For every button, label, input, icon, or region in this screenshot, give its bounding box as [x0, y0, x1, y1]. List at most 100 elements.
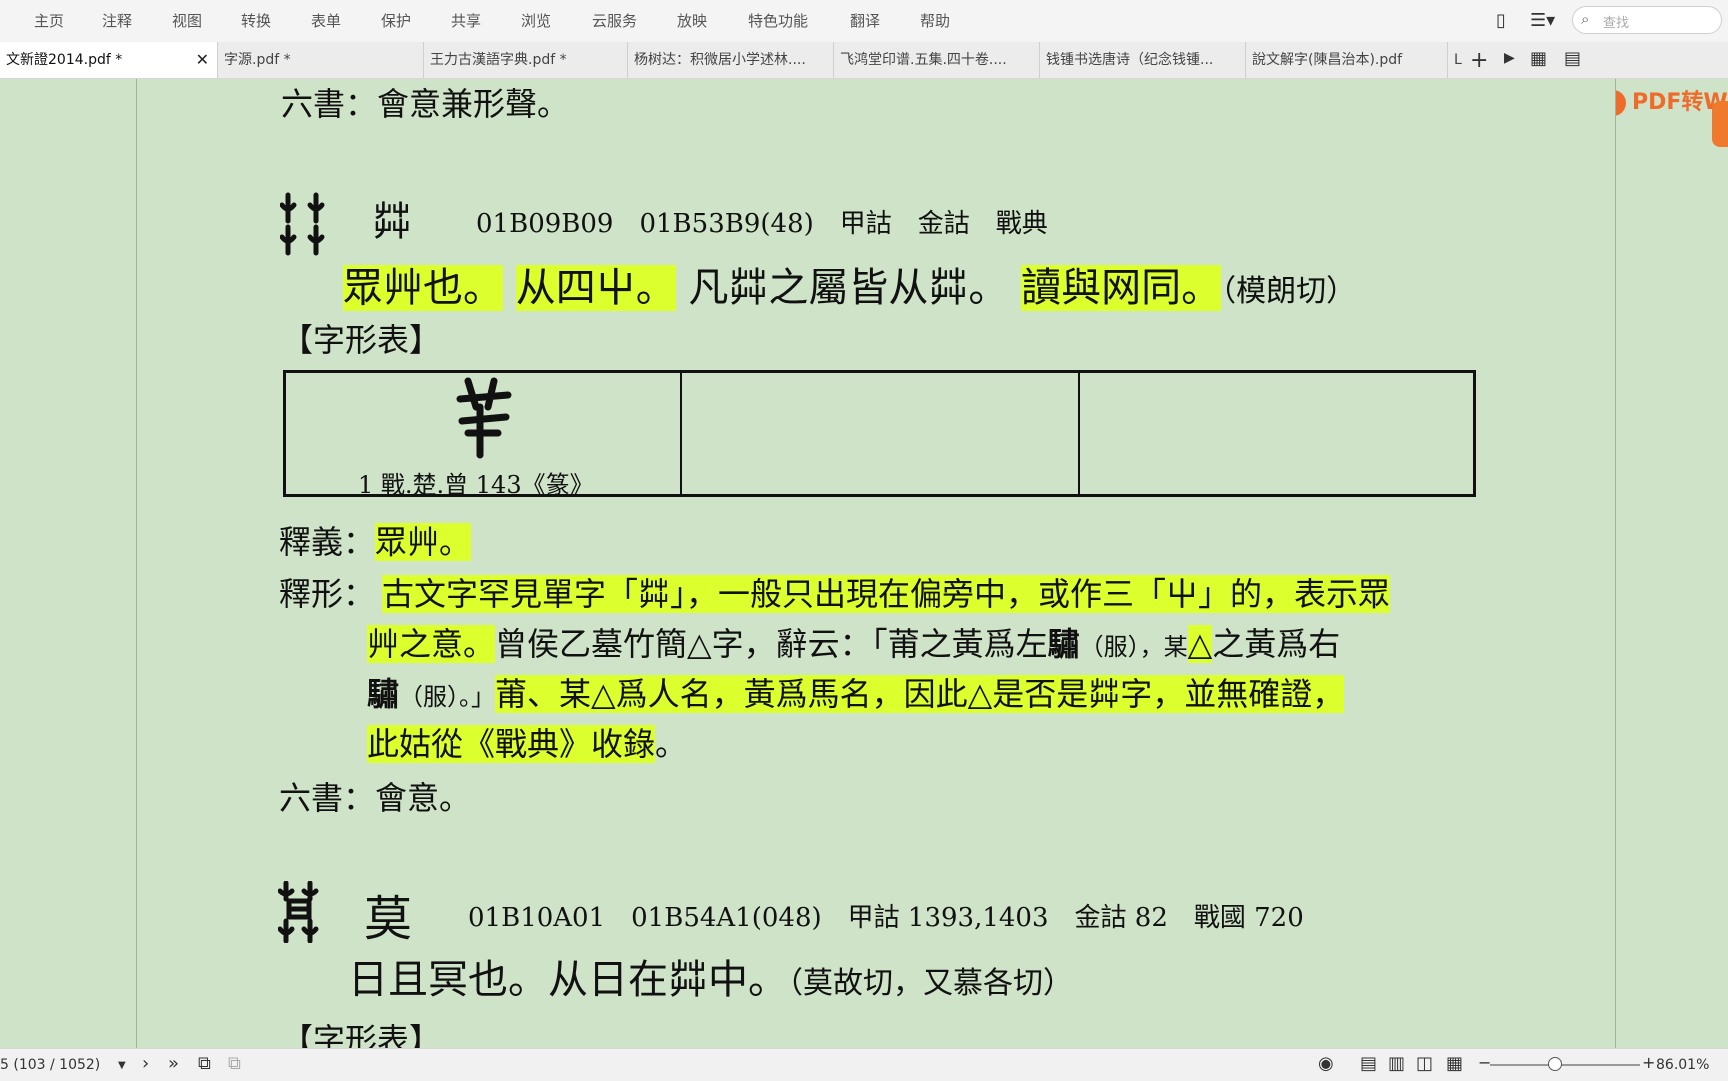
definition-seg-3: 凡茻之屬皆从茻。: [688, 265, 1009, 311]
seal-script-mo-icon: [278, 881, 319, 943]
entry-codes: 01B09B09 01B53B9(48) 甲詁 金詁 戰典: [476, 209, 1048, 239]
shiyi-line: 釋義：眾艸。: [279, 517, 472, 563]
tab-document-4[interactable]: 杨树达：积微居小学述林....: [628, 42, 834, 78]
warring-states-glyph-icon: [456, 377, 512, 459]
close-icon[interactable]: ✕: [196, 42, 209, 78]
entry-codes-2: 01B10A01 01B54A1(048) 甲詁 1393,1403 金詁 82…: [468, 903, 1304, 933]
menu-cloud[interactable]: 云服务: [592, 10, 637, 31]
book-view-icon[interactable]: ▦: [1446, 1053, 1463, 1074]
tab-label: 飞鸿堂印谱.五集.四十卷....: [840, 52, 1007, 68]
zoom-slider[interactable]: [1490, 1064, 1640, 1066]
shixing-text-2c: 驌: [1047, 625, 1080, 663]
menu-help[interactable]: 帮助: [920, 10, 950, 31]
phone-icon[interactable]: ▯: [1496, 10, 1506, 31]
definition-seg-2: 从四屮。: [515, 265, 676, 311]
shixing-line-3: 驌（服）。」莆、某△爲人名，黃爲馬名，因此△是否是茻字，並無確證，: [367, 669, 1345, 715]
menu-protect[interactable]: 保护: [381, 10, 411, 31]
last-page-icon[interactable]: »: [168, 1053, 179, 1074]
tab-label: L: [1454, 52, 1462, 68]
two-page-icon[interactable]: ◫: [1416, 1053, 1433, 1074]
table-divider: [680, 373, 682, 494]
page-indicator[interactable]: 5 (103 / 1052): [0, 1057, 100, 1073]
definition-end-2: （莫故切，又慕各切）: [788, 966, 1073, 1001]
document-tab-bar: 文新證2014.pdf * ✕ 字源.pdf * 王力古漢語字典.pdf * 杨…: [0, 42, 1728, 116]
shixing-text-4a: 此姑從《戰典》收錄: [367, 725, 656, 763]
shixing-line-4: 此姑從《戰典》收錄。: [367, 719, 687, 765]
next-page-icon[interactable]: ›: [142, 1053, 149, 1074]
menu-slideshow[interactable]: 放映: [677, 10, 707, 31]
menu-home[interactable]: 主页: [34, 10, 64, 31]
tab-label: 說文解字(陳昌治本).pdf: [1252, 52, 1403, 68]
text-select-icon[interactable]: ☰▾: [1530, 10, 1555, 31]
definition-seg-1: 眾艸也。: [343, 265, 503, 311]
definition-line-2: 日且冥也。从日在茻中。（莫故切，又慕各切）: [348, 947, 1073, 1005]
shixing-text-2f: 之黃爲右: [1212, 625, 1341, 663]
copy-page-icon[interactable]: ⧉: [198, 1053, 211, 1074]
tab-document-8[interactable]: L: [1448, 42, 1466, 78]
tab-document-1[interactable]: 文新證2014.pdf * ✕: [0, 42, 218, 78]
shixing-line-1: 古文字罕見單字「茻」，一般只出現在偏旁中，或作三「屮」的，表示眾: [382, 569, 1391, 615]
menu-annotate[interactable]: 注释: [102, 10, 132, 31]
tab-document-5[interactable]: 飞鸿堂印谱.五集.四十卷....: [834, 42, 1040, 78]
tab-document-6[interactable]: 钱锺书选唐诗（纪念钱锺...: [1040, 42, 1246, 78]
search-icon: ⌕: [1581, 10, 1590, 28]
eye-icon[interactable]: ◉: [1318, 1053, 1334, 1074]
menu-share[interactable]: 共享: [451, 10, 481, 31]
continuous-page-icon[interactable]: ▥: [1388, 1053, 1405, 1074]
tab-label: 王力古漢語字典.pdf *: [430, 52, 567, 68]
table-divider: [1078, 373, 1080, 494]
menu-bar: 主页 注释 视图 转换 表单 保护 共享 浏览 云服务 放映 特色功能 翻译 帮…: [0, 0, 1728, 42]
menu-convert[interactable]: 转换: [241, 10, 271, 31]
status-bar: 5 (103 / 1052) ▼ › » ⧉ ⧉ ◉ ▤ ▥ ◫ ▦ − + 8…: [0, 1048, 1728, 1081]
grid-icon[interactable]: ▦: [1530, 48, 1547, 69]
side-panel-handle[interactable]: [1712, 101, 1728, 147]
menu-form[interactable]: 表单: [311, 10, 341, 31]
search-placeholder: 查找: [1603, 16, 1630, 31]
definition-seg-5: （模朗切）: [1221, 274, 1357, 309]
tab-document-7[interactable]: 說文解字(陳昌治本).pdf: [1246, 42, 1448, 78]
tab-label: 文新證2014.pdf *: [6, 52, 123, 68]
glyph-table: 1 戰.楚.曾 143《篆》: [283, 370, 1476, 499]
glyph-caption: 1 戰.楚.曾 143《篆》: [358, 471, 594, 499]
shixing-text-4b: 。: [655, 725, 688, 763]
single-page-icon[interactable]: ▤: [1360, 1053, 1377, 1074]
zoom-slider-knob[interactable]: [1548, 1057, 1562, 1071]
shixing-label: 釋形：: [279, 575, 376, 613]
definition-text-2: 日且冥也。从日在茻中。: [348, 957, 788, 1003]
shixing-text-1: 古文字罕見單字「茻」，一般只出現在偏旁中，或作三「屮」的，表示眾: [382, 575, 1391, 613]
zoom-in-icon[interactable]: +: [1642, 1053, 1655, 1072]
shixing-text-2d: （服），某: [1079, 633, 1188, 661]
definition-line: 眾艸也。 从四屮。 凡茻之屬皆从茻。 讀與网同。（模朗切）: [343, 255, 1356, 313]
rotate-page-icon[interactable]: ⧉: [228, 1053, 241, 1074]
list-icon[interactable]: ▤: [1564, 48, 1581, 69]
menu-translate[interactable]: 翻译: [850, 10, 880, 31]
shiyi-text: 眾艸。: [375, 523, 472, 561]
tab-label: 字源.pdf *: [224, 52, 291, 68]
menu-view[interactable]: 视图: [172, 10, 202, 31]
shixing-text-2e: △: [1187, 625, 1213, 663]
shiyi-label: 釋義：: [279, 523, 376, 561]
menu-browse[interactable]: 浏览: [521, 10, 551, 31]
zoom-out-icon[interactable]: −: [1478, 1053, 1491, 1072]
page-dropdown-icon[interactable]: ▼: [118, 1060, 126, 1071]
play-icon[interactable]: ▶: [1504, 50, 1515, 66]
tab-label: 钱锺书选唐诗（纪念钱锺...: [1046, 52, 1214, 68]
shixing-line-2: 艸之意。曾侯乙墓竹簡△字，辭云：「莆之黃爲左驌（服），某△之黃爲右: [367, 619, 1340, 665]
glyph-table-title-2: 【字形表】: [281, 1021, 442, 1048]
definition-seg-4: 讀與网同。: [1021, 265, 1222, 311]
plus-icon[interactable]: +: [1470, 48, 1488, 73]
liushu-line: 六書：會意。: [279, 779, 472, 817]
tab-document-2[interactable]: 字源.pdf *: [218, 42, 424, 78]
head-character-2: 莫: [364, 891, 413, 947]
glyph-table-title: 【字形表】: [281, 321, 442, 359]
head-character: 茻: [372, 199, 412, 245]
tab-label: 杨树达：积微居小学述林....: [634, 52, 806, 68]
seal-script-mang-icon: [280, 192, 325, 256]
shixing-text-3c: 莆、某△爲人名，黃爲馬名，因此△是否是茻字，並無確證，: [495, 675, 1345, 713]
search-box[interactable]: ⌕ 查找: [1572, 6, 1722, 34]
shixing-text-2a: 艸之意。: [367, 625, 496, 663]
tab-document-3[interactable]: 王力古漢語字典.pdf *: [424, 42, 628, 78]
menu-features[interactable]: 特色功能: [748, 10, 808, 31]
document-viewport[interactable]: 六書：會意兼形聲。 茻 01B09B09 01B53B9(48) 甲詁 金詁 戰…: [0, 79, 1728, 1048]
zoom-level[interactable]: 86.01%: [1656, 1057, 1709, 1073]
